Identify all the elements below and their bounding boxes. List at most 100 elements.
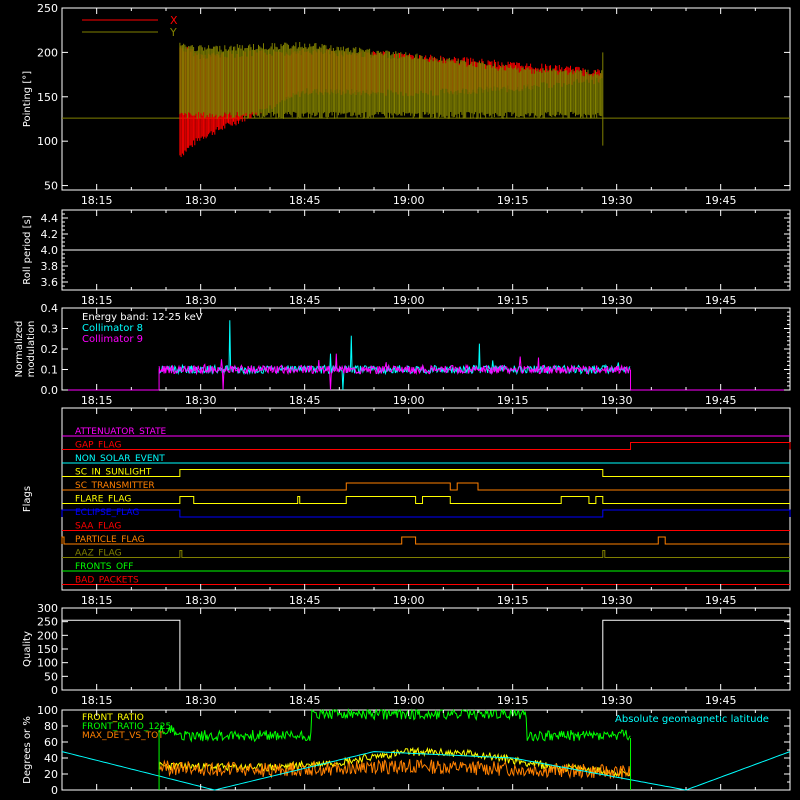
flag-row-sc-in-sunlight: SC_IN_SUNLIGHT xyxy=(62,468,790,478)
flag-trace xyxy=(62,496,790,504)
y-tick-label: 150 xyxy=(37,643,58,656)
y-tick-label: 200 xyxy=(37,629,58,642)
legend-label: Collimator 9 xyxy=(82,334,143,345)
x-tick-label: 18:30 xyxy=(185,394,217,407)
y-tick-label: 0.0 xyxy=(41,384,59,397)
x-tick-label: 18:15 xyxy=(81,594,113,607)
flag-label: GAP_FLAG xyxy=(75,441,121,451)
x-tick-label: 19:45 xyxy=(705,394,737,407)
flag-trace xyxy=(62,469,790,477)
flag-label: SC_IN_SUNLIGHT xyxy=(75,468,152,478)
x-tick-label: 19:30 xyxy=(601,394,633,407)
y-tick-label: 0.3 xyxy=(41,323,59,336)
y-tick-label: 80 xyxy=(44,720,58,733)
flag-row-flare-flag: FLARE_FLAG xyxy=(62,495,790,505)
x-tick-label: 18:30 xyxy=(185,294,217,307)
x-tick-label: 19:45 xyxy=(705,694,737,707)
legend-label: Y xyxy=(169,26,177,39)
flag-label: FRONTS_OFF xyxy=(75,562,133,572)
x-tick-label: 18:15 xyxy=(81,194,113,207)
x-tick-label: 19:00 xyxy=(393,194,425,207)
x-tick-label: 19:15 xyxy=(497,594,529,607)
x-tick-label: 18:15 xyxy=(81,294,113,307)
x-tick-label: 19:30 xyxy=(601,294,633,307)
x-tick-label: 19:00 xyxy=(393,394,425,407)
x-tick-label: 19:00 xyxy=(393,594,425,607)
x-tick-label: 19:15 xyxy=(497,194,529,207)
flag-trace xyxy=(61,536,790,545)
y-tick-label: 300 xyxy=(37,602,58,615)
flag-label: FLARE_FLAG xyxy=(75,495,131,505)
modulation-trace-0 xyxy=(158,320,631,391)
flag-label: PARTICLE_FLAG xyxy=(75,535,145,545)
flag-trace xyxy=(62,482,790,491)
x-tick-label: 18:45 xyxy=(289,694,321,707)
quality-trace xyxy=(62,619,790,691)
flag-row-particle-flag: PARTICLE_FLAG xyxy=(61,535,790,545)
x-tick-label: 18:30 xyxy=(185,594,217,607)
y-tick-label: 150 xyxy=(37,91,58,104)
x-tick-label: 18:45 xyxy=(289,594,321,607)
y-tick-label: 250 xyxy=(37,2,58,15)
flag-row-fronts-off: FRONTS_OFF xyxy=(62,562,790,572)
x-tick-label: 18:30 xyxy=(185,694,217,707)
flag-label: ECLIPSE_FLAG xyxy=(75,508,139,518)
flag-trace xyxy=(62,442,791,450)
y-axis-label: Degrees or % xyxy=(22,716,33,784)
x-tick-label: 18:45 xyxy=(289,194,321,207)
x-tick-label: 19:15 xyxy=(497,694,529,707)
y-tick-label: 0.1 xyxy=(41,364,59,377)
flag-trace xyxy=(62,550,790,558)
flag-row-aaz-flag: AAZ_FLAG xyxy=(62,549,790,559)
y-axis-label: modulation xyxy=(26,321,37,378)
x-tick-label: 19:45 xyxy=(705,194,737,207)
y-tick-label: 4.0 xyxy=(41,244,59,257)
series-y xyxy=(179,42,603,119)
flag-row-eclipse-flag: ECLIPSE_FLAG xyxy=(61,508,791,518)
y-tick-label: 250 xyxy=(37,616,58,629)
legend-label: Absolute geomagnetic latitude xyxy=(615,714,769,725)
flag-row-non-solar-event: NON_SOLAR_EVENT xyxy=(62,454,790,464)
flag-label: ATTENUATOR_STATE xyxy=(75,427,167,437)
flag-row-sc-transmitter: SC_TRANSMITTER xyxy=(62,481,790,491)
modulation-trace-1 xyxy=(158,353,631,391)
flag-label: NON_SOLAR_EVENT xyxy=(75,454,165,464)
flag-label: AAZ_FLAG xyxy=(75,549,122,559)
y-tick-label: 3.6 xyxy=(41,276,59,289)
y-tick-label: 20 xyxy=(44,768,58,781)
y-tick-label: 100 xyxy=(37,135,58,148)
legend-label: Collimator 8 xyxy=(82,323,143,334)
y-axis-label: Normalized xyxy=(14,321,25,378)
flag-row-bad-packets: BAD_PACKETS xyxy=(62,576,790,586)
y-tick-label: 200 xyxy=(37,46,58,59)
y-tick-label: 0 xyxy=(51,684,58,697)
y-axis-label: Flags xyxy=(22,486,33,512)
y-axis-label: Roll period [s] xyxy=(22,215,33,284)
legend-label: MAX_DET_VS_TOT xyxy=(82,731,164,741)
y-tick-label: 0 xyxy=(51,784,58,797)
y-tick-label: 4.2 xyxy=(41,228,59,241)
y-axis-label: Quality xyxy=(22,631,33,667)
x-tick-label: 18:45 xyxy=(289,294,321,307)
x-tick-label: 18:15 xyxy=(81,394,113,407)
panel-frame-3 xyxy=(61,407,791,591)
x-tick-label: 19:00 xyxy=(393,694,425,707)
degrees-trace-2 xyxy=(158,758,631,780)
pointing-trace xyxy=(179,42,603,119)
rhessi-quicklook-chart: XY18:15 18:30 18:45 19:00 19:15 19:30 19:45501… xyxy=(14,2,791,797)
x-tick-label: 18:45 xyxy=(289,394,321,407)
y-tick-label: 4.4 xyxy=(41,212,59,225)
y-tick-label: 50 xyxy=(44,670,58,683)
flag-label: SC_TRANSMITTER xyxy=(75,481,155,491)
y-tick-label: 0.2 xyxy=(41,343,59,356)
x-tick-label: 19:30 xyxy=(601,694,633,707)
x-tick-label: 19:45 xyxy=(705,294,737,307)
flag-label: BAD_PACKETS xyxy=(75,576,139,586)
flag-row-gap-flag: GAP_FLAG xyxy=(62,441,791,451)
flag-row-saa-flag: SAA_FLAG xyxy=(62,522,790,532)
x-tick-label: 19:30 xyxy=(601,194,633,207)
y-tick-label: 40 xyxy=(44,752,58,765)
y-tick-label: 60 xyxy=(44,736,58,749)
flag-row-attenuator-state: ATTENUATOR_STATE xyxy=(62,427,790,437)
y-tick-label: 100 xyxy=(37,704,58,717)
